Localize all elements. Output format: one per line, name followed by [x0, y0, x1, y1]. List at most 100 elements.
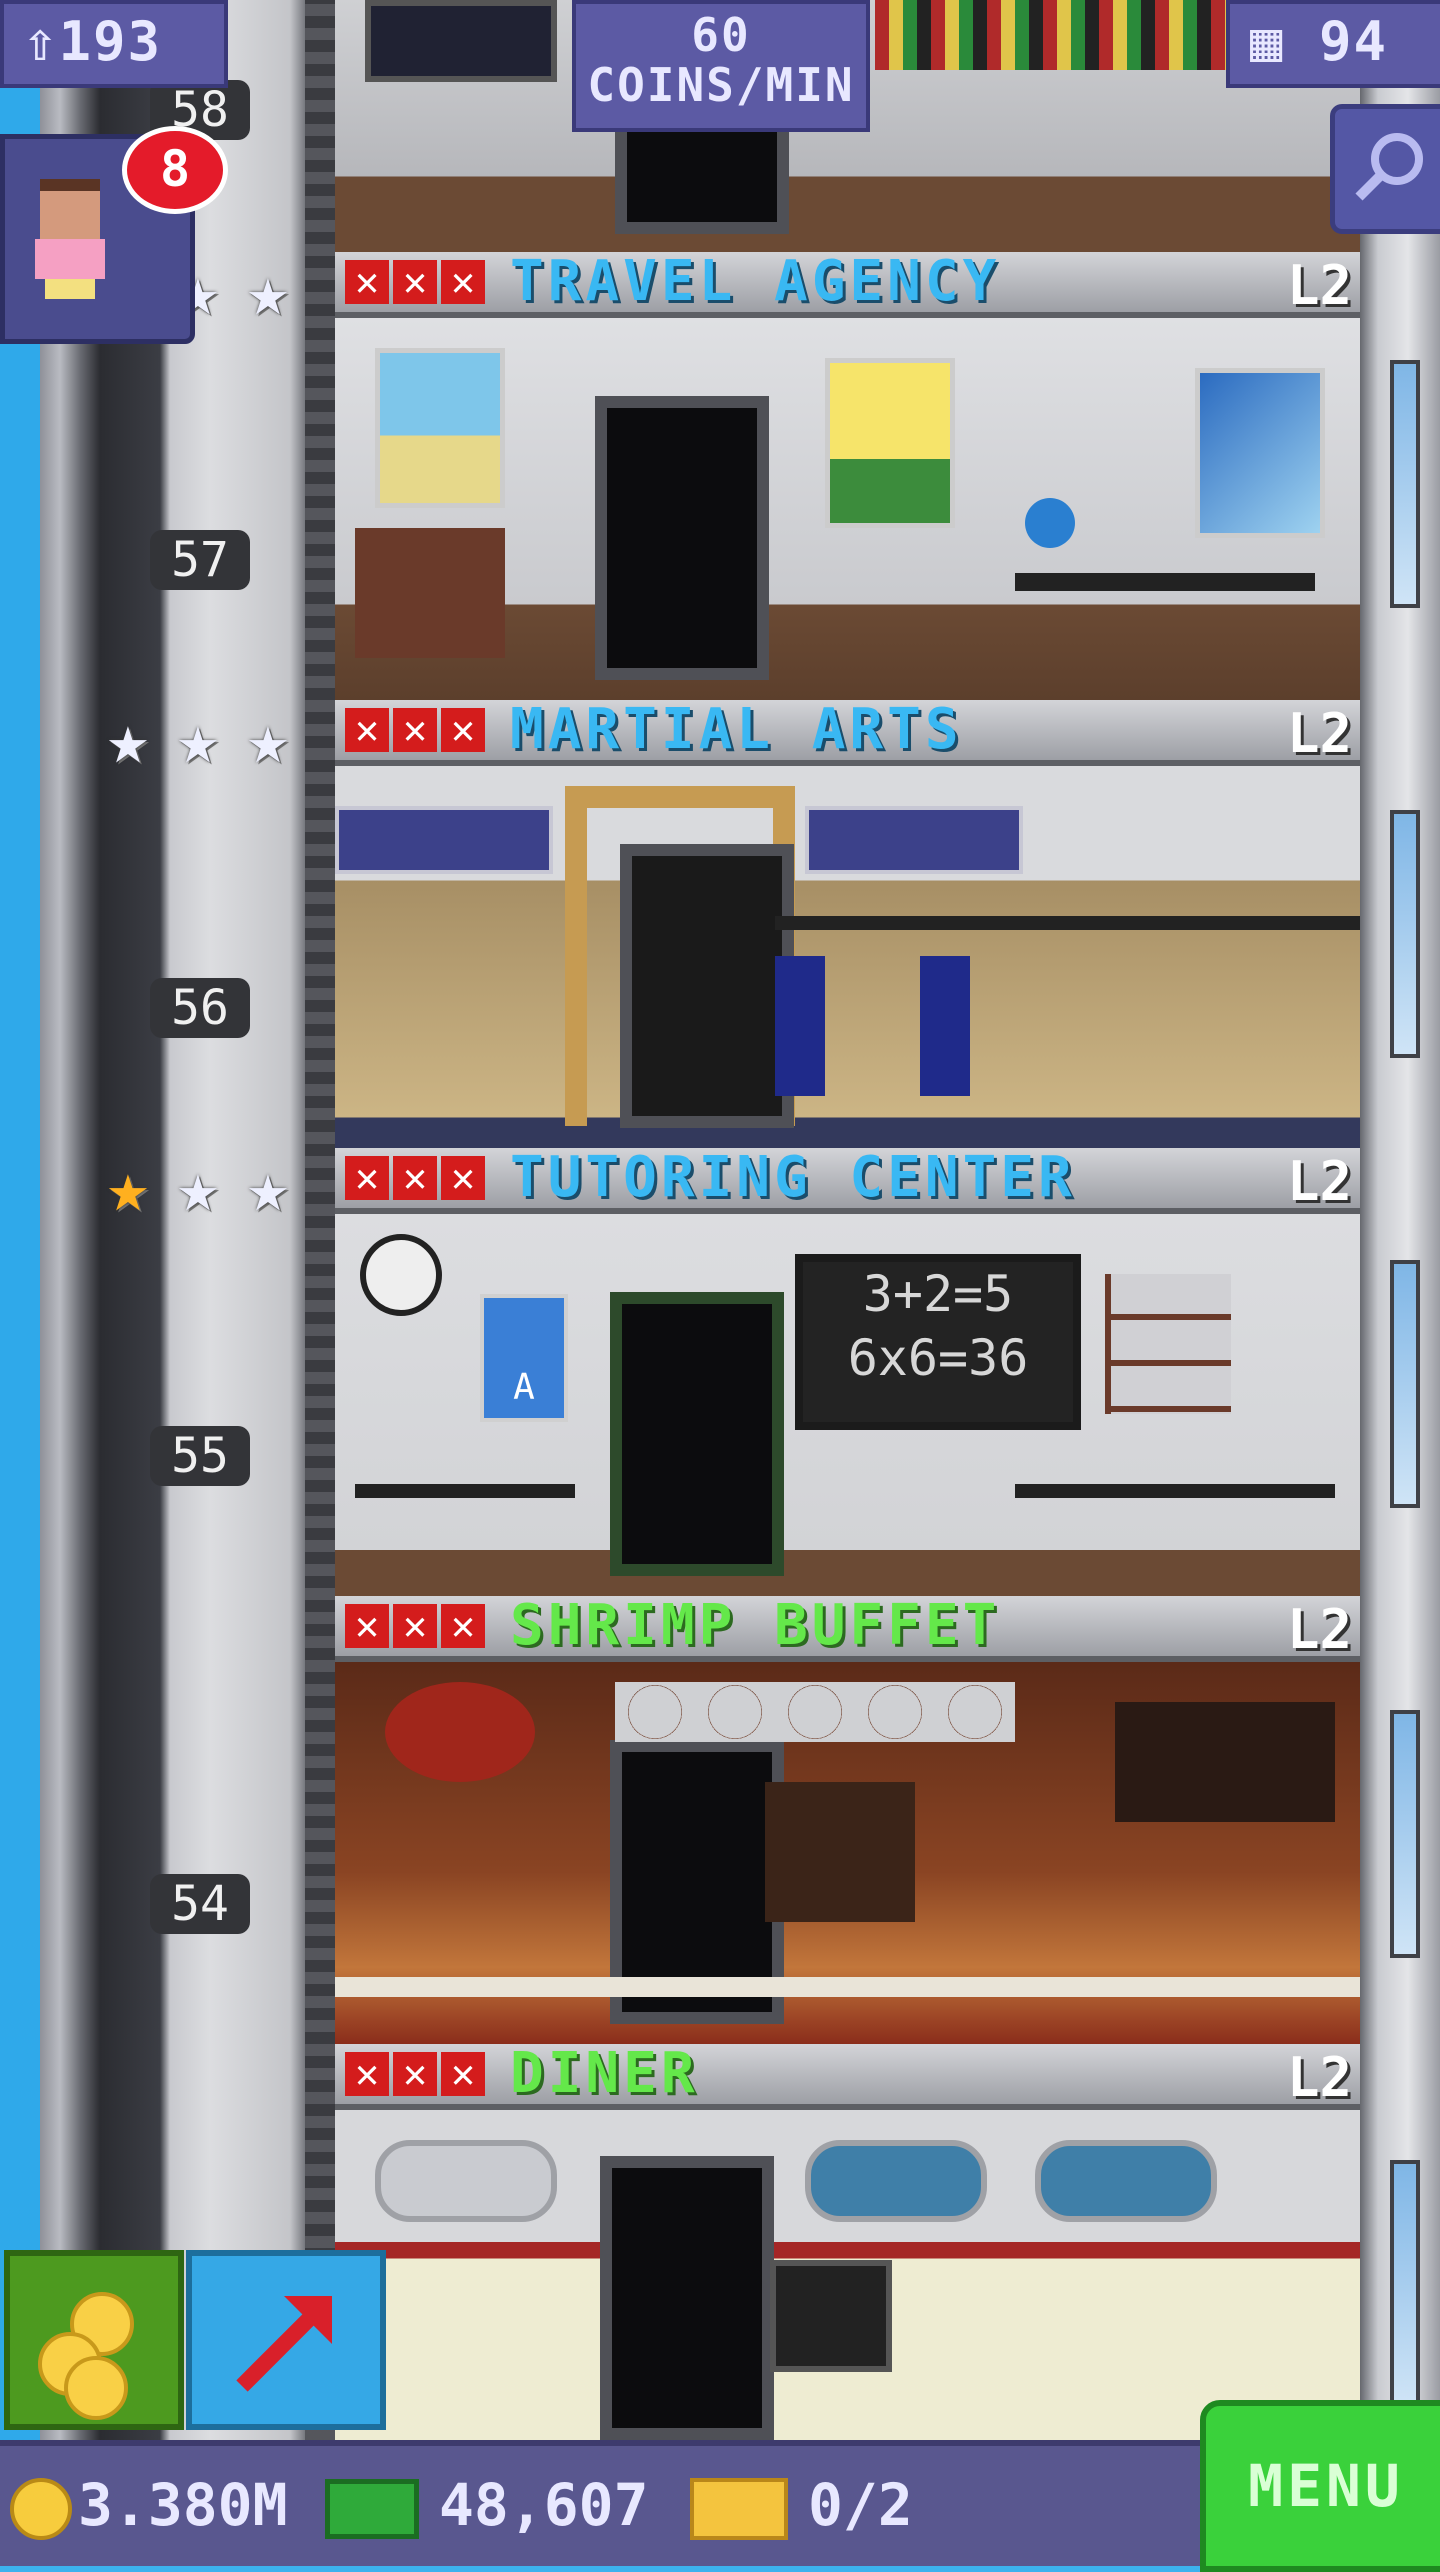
- star-icon: ★: [246, 1146, 290, 1228]
- x-mark-icon: ✕: [441, 1604, 485, 1648]
- chalkboard: 3+2=5 6x6=36: [795, 1254, 1081, 1430]
- elevator-shaft[interactable]: [40, 0, 340, 2560]
- diner-window: [1035, 2140, 1217, 2222]
- floor-level: L2: [1286, 2046, 1352, 2109]
- bookshelf: [1105, 1274, 1231, 1414]
- door: [595, 396, 769, 680]
- sky-background: [0, 0, 40, 2560]
- room-interior[interactable]: [335, 2110, 1360, 2440]
- room-interior[interactable]: [335, 318, 1360, 700]
- star-icon: ★: [176, 698, 220, 780]
- avatar: [35, 179, 105, 299]
- floor-number: 55: [150, 1426, 250, 1486]
- x-mark-icon: ✕: [393, 1156, 437, 1200]
- x-mark-icon: ✕: [345, 1604, 389, 1648]
- floor-number: 57: [150, 530, 250, 590]
- tickets-value: 0/2: [808, 2471, 913, 2539]
- shrimp-sign: [385, 1682, 535, 1782]
- floor-travel-agency[interactable]: ✕ ✕ ✕ TRAVEL AGENCY L2: [335, 252, 1360, 700]
- floor-name: TRAVEL AGENCY: [510, 249, 1001, 314]
- exterior-window: [1390, 1710, 1420, 1958]
- staff-slots: ✕ ✕ ✕: [345, 708, 485, 752]
- banner: [805, 806, 1023, 874]
- sunset-poster: [825, 358, 955, 528]
- x-mark-icon: ✕: [345, 1156, 389, 1200]
- x-mark-icon: ✕: [441, 1156, 485, 1200]
- bridge-poster: [1195, 368, 1325, 538]
- globe: [1025, 498, 1075, 548]
- floor-tutoring-center[interactable]: ✕ ✕ ✕ TUTORING CENTER L2 A 3+2=5 6x6=36: [335, 1148, 1360, 1596]
- menu-board: [1115, 1702, 1335, 1822]
- beach-poster: [375, 348, 505, 508]
- bux-balance[interactable]: 48,607: [325, 2470, 649, 2540]
- exterior-window: [1390, 2160, 1420, 2408]
- x-mark-icon: ✕: [441, 708, 485, 752]
- floor-level: L2: [1286, 1598, 1352, 1661]
- x-mark-icon: ✕: [393, 2052, 437, 2096]
- floor-header: ✕ ✕ ✕ TUTORING CENTER L2: [335, 1148, 1360, 1214]
- floor-name: MARTIAL ARTS: [510, 697, 963, 762]
- population-counter[interactable]: ⇧193: [0, 0, 228, 88]
- room-interior[interactable]: [335, 1662, 1360, 2044]
- punching-bag: [920, 956, 970, 1096]
- star-icon: ★: [176, 1146, 220, 1228]
- elevator-button[interactable]: [186, 2250, 386, 2430]
- floor-header: ✕ ✕ ✕ MARTIAL ARTS L2: [335, 700, 1360, 766]
- coin-icon: [10, 2477, 72, 2540]
- x-mark-icon: ✕: [393, 708, 437, 752]
- door: [600, 2156, 774, 2440]
- banner: [335, 806, 553, 874]
- floor-counter[interactable]: ▦ 94: [1226, 0, 1440, 88]
- room-interior[interactable]: [335, 766, 1360, 1148]
- menu-board: [770, 2260, 892, 2372]
- staff-slots: ✕ ✕ ✕: [345, 1156, 485, 1200]
- tickets-balance[interactable]: 0/2: [690, 2470, 913, 2540]
- diner-window: [805, 2140, 987, 2222]
- search-icon: [1355, 133, 1423, 201]
- clock-icon: [360, 1234, 442, 1316]
- star-icon: ★: [246, 250, 290, 332]
- study-desk: [355, 1484, 575, 1498]
- floor-header: ✕ ✕ ✕ TRAVEL AGENCY L2: [335, 252, 1360, 318]
- floor-level: L2: [1286, 254, 1352, 317]
- floor-name: DINER: [510, 2041, 699, 2106]
- floor-shrimp-buffet[interactable]: ✕ ✕ ✕ SHRIMP BUFFET L2: [335, 1596, 1360, 2044]
- floor-number: 56: [150, 978, 250, 1038]
- x-mark-icon: ✕: [345, 260, 389, 304]
- floor-martial-arts[interactable]: ✕ ✕ ✕ MARTIAL ARTS L2: [335, 700, 1360, 1148]
- bux-value: 48,607: [439, 2471, 649, 2539]
- door: [610, 1292, 784, 1576]
- exterior-window: [1390, 810, 1420, 1058]
- coins-rate-unit: COINS/MIN: [587, 58, 855, 112]
- star-icon: ★: [106, 1146, 150, 1228]
- chalkboard-line: 3+2=5: [862, 1265, 1014, 1323]
- population-value: 193: [58, 10, 163, 73]
- star-icon: ★: [106, 698, 150, 780]
- elevator-rail: [305, 0, 335, 2560]
- star-icon: ★: [246, 698, 290, 780]
- computer-desk: [1015, 1484, 1335, 1498]
- notification-badge: 8: [122, 126, 228, 214]
- population-icon: ⇧: [24, 10, 59, 73]
- elevator-arrow-icon: [236, 2296, 332, 2392]
- search-button[interactable]: [1330, 104, 1440, 234]
- floor-number: 54: [150, 1874, 250, 1934]
- floor-level: L2: [1286, 702, 1352, 765]
- building-icon: ▦: [1250, 10, 1285, 73]
- room-interior[interactable]: A 3+2=5 6x6=36: [335, 1214, 1360, 1596]
- drink-shelf: [765, 1782, 915, 1922]
- coins-value: 3.380M: [78, 2471, 288, 2539]
- coins-button[interactable]: [4, 2250, 184, 2430]
- menu-button[interactable]: MENU: [1200, 2400, 1440, 2572]
- floor-name: SHRIMP BUFFET: [510, 1593, 1001, 1658]
- x-mark-icon: ✕: [393, 260, 437, 304]
- wall-plates: [615, 1682, 1015, 1742]
- diner-window: [375, 2140, 557, 2222]
- cabinet: [355, 528, 505, 658]
- coins-balance[interactable]: 3.380M: [10, 2470, 288, 2540]
- floor-diner[interactable]: ✕ ✕ ✕ DINER L2: [335, 2044, 1360, 2440]
- x-mark-icon: ✕: [393, 1604, 437, 1648]
- floor-header: ✕ ✕ ✕ DINER L2: [335, 2044, 1360, 2110]
- staff-slots: ✕ ✕ ✕: [345, 2052, 485, 2096]
- floor-count-value: 94: [1319, 10, 1389, 73]
